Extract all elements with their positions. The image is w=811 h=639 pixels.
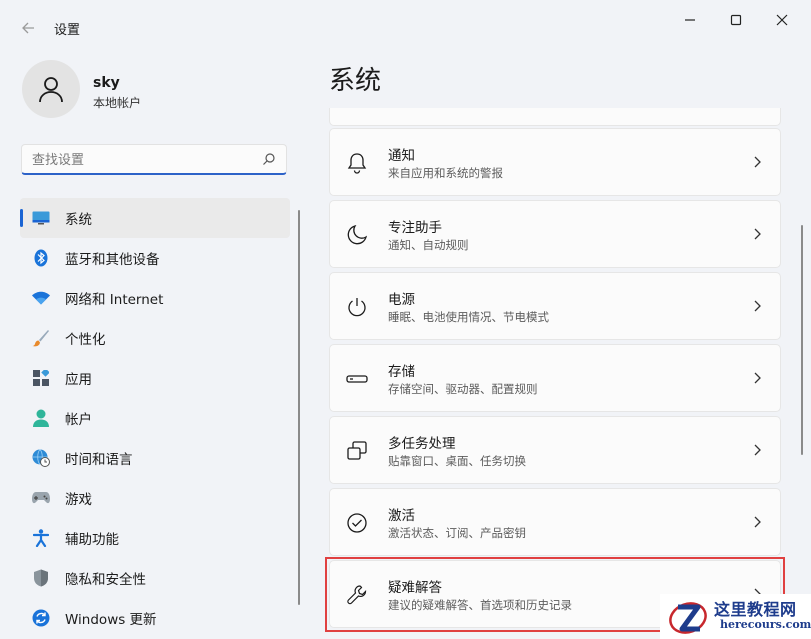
- gamepad-icon: [32, 489, 50, 507]
- card-subtitle: 存储空间、驱动器、配置规则: [388, 382, 538, 396]
- card-title: 多任务处理: [388, 436, 456, 452]
- account-type: 本地帐户: [93, 96, 142, 110]
- person-icon: [39, 77, 63, 103]
- title-bar: 设置: [0, 0, 811, 52]
- sidebar-item-windows-update[interactable]: Windows 更新: [20, 598, 290, 638]
- sidebar-scrollbar[interactable]: [298, 210, 300, 605]
- sidebar-item-label: Windows 更新: [65, 612, 157, 628]
- search-input[interactable]: [32, 151, 252, 169]
- sidebar-item-time-language[interactable]: 时间和语言: [20, 438, 290, 478]
- search-box[interactable]: [21, 144, 287, 175]
- main-scrollbar[interactable]: [801, 225, 803, 455]
- sidebar-item-label: 网络和 Internet: [65, 292, 164, 308]
- sidebar-item-accessibility[interactable]: 辅助功能: [20, 518, 290, 558]
- watermark-logo-icon: [669, 602, 707, 634]
- maximize-icon: [730, 14, 742, 26]
- bell-icon: [347, 153, 367, 174]
- chevron-right-icon: [754, 228, 761, 240]
- sidebar-item-network[interactable]: 网络和 Internet: [20, 278, 290, 318]
- card-notifications[interactable]: 通知 来自应用和系统的警报: [329, 128, 781, 196]
- system-display-icon: [32, 209, 50, 227]
- sidebar-item-accounts[interactable]: 帐户: [20, 398, 290, 438]
- settings-window: 设置 sky 本地帐户 系统: [0, 0, 811, 639]
- sidebar-item-personalization[interactable]: 个性化: [20, 318, 290, 358]
- chevron-right-icon: [754, 516, 761, 528]
- chevron-right-icon: [754, 372, 761, 384]
- sidebar-item-label: 游戏: [65, 492, 92, 508]
- card-subtitle: 激活状态、订阅、产品密钥: [388, 526, 526, 540]
- multitask-icon: [347, 441, 367, 460]
- watermark-url: herecours.com: [720, 618, 811, 631]
- card-focus-assist[interactable]: 专注助手 通知、自动规则: [329, 200, 781, 268]
- watermark-name: 这里教程网: [714, 600, 797, 619]
- card-subtitle: 通知、自动规则: [388, 238, 469, 252]
- sidebar-nav: 系统 蓝牙和其他设备 网络和 Internet 个性化 应用 帐户 时间和语言 …: [20, 198, 290, 638]
- sidebar-item-label: 应用: [65, 372, 92, 388]
- sidebar-item-privacy[interactable]: 隐私和安全性: [20, 558, 290, 598]
- sidebar-item-label: 隐私和安全性: [65, 572, 146, 588]
- card-title: 电源: [388, 292, 415, 308]
- close-button[interactable]: [759, 6, 805, 34]
- user-name: sky: [93, 75, 120, 91]
- storage-drive-icon: [346, 375, 368, 383]
- maximize-button[interactable]: [713, 6, 759, 34]
- watermark: 这里教程网 herecours.com: [660, 594, 811, 639]
- sidebar-item-label: 蓝牙和其他设备: [65, 252, 160, 268]
- back-arrow-icon: [22, 22, 34, 34]
- card-subtitle: 贴靠窗口、桌面、任务切换: [388, 454, 526, 468]
- wifi-icon: [32, 289, 50, 307]
- card-storage[interactable]: 存储 存储空间、驱动器、配置规则: [329, 344, 781, 412]
- search-icon: [263, 153, 275, 165]
- partial-card[interactable]: [329, 108, 781, 126]
- card-subtitle: 来自应用和系统的警报: [388, 166, 503, 180]
- chevron-right-icon: [754, 444, 761, 456]
- sidebar-item-gaming[interactable]: 游戏: [20, 478, 290, 518]
- sidebar-item-label: 辅助功能: [65, 532, 119, 548]
- card-subtitle: 睡眠、电池使用情况、节电模式: [388, 310, 549, 324]
- bluetooth-icon: [32, 249, 50, 267]
- minimize-icon: [685, 19, 695, 21]
- app-title: 设置: [54, 23, 81, 38]
- chevron-right-icon: [754, 156, 761, 168]
- close-icon: [776, 14, 788, 26]
- brush-icon: [32, 329, 50, 347]
- avatar: [22, 60, 80, 118]
- shield-icon: [32, 569, 50, 587]
- card-title: 专注助手: [388, 220, 442, 236]
- check-circle-icon: [347, 513, 367, 533]
- windows-update-icon: [32, 609, 50, 627]
- sidebar-item-label: 时间和语言: [65, 452, 133, 468]
- sidebar-item-apps[interactable]: 应用: [20, 358, 290, 398]
- moon-icon: [347, 224, 368, 245]
- page-title: 系统: [329, 66, 382, 96]
- chevron-right-icon: [754, 300, 761, 312]
- card-title: 存储: [388, 364, 415, 380]
- minimize-button[interactable]: [667, 6, 713, 34]
- card-multitasking[interactable]: 多任务处理 贴靠窗口、桌面、任务切换: [329, 416, 781, 484]
- card-title: 通知: [388, 148, 415, 164]
- card-power[interactable]: 电源 睡眠、电池使用情况、节电模式: [329, 272, 781, 340]
- sidebar-item-label: 个性化: [65, 332, 106, 348]
- back-button[interactable]: [12, 12, 44, 44]
- card-activation[interactable]: 激活 激活状态、订阅、产品密钥: [329, 488, 781, 556]
- accessibility-icon: [32, 529, 50, 547]
- apps-icon: [32, 369, 50, 387]
- globe-clock-icon: [32, 449, 50, 467]
- account-icon: [32, 409, 50, 427]
- user-profile[interactable]: sky 本地帐户: [22, 60, 282, 120]
- sidebar-item-label: 帐户: [65, 412, 92, 428]
- power-icon: [348, 298, 366, 317]
- card-title: 激活: [388, 508, 415, 524]
- sidebar-item-system[interactable]: 系统: [20, 198, 290, 238]
- sidebar-item-label: 系统: [65, 212, 92, 228]
- sidebar-item-bluetooth[interactable]: 蓝牙和其他设备: [20, 238, 290, 278]
